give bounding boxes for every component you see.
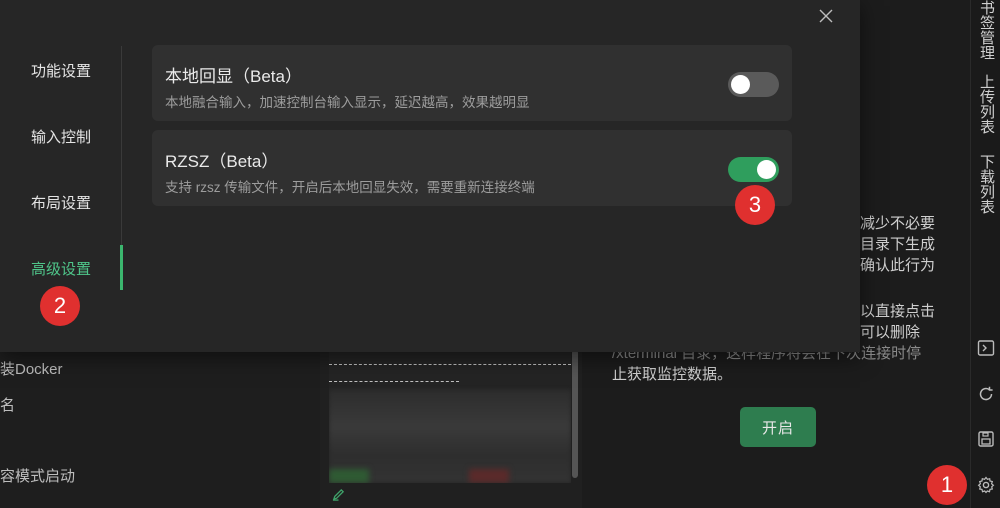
terminal-preview <box>329 350 571 483</box>
setting-card-rzsz: RZSZ（Beta） 支持 rzsz 传输文件，开启后本地回显失效，需要重新连接… <box>152 130 792 206</box>
blurred-content <box>329 469 369 483</box>
right-sidebar: 书签管理 上传列表 下载列表 <box>970 0 1000 508</box>
nav-feature-settings[interactable]: 功能设置 <box>31 60 91 81</box>
terminal-preview-area <box>320 350 582 508</box>
info-text: 目录下生成 <box>860 236 936 253</box>
toggle-knob <box>731 75 750 94</box>
callout-badge-2: 2 <box>40 286 80 326</box>
bg-list-item[interactable]: 装Docker <box>0 358 63 379</box>
terminal-scrollbar[interactable] <box>572 350 578 478</box>
refresh-icon[interactable] <box>977 385 995 403</box>
setting-description: 支持 rzsz 传输文件，开启后本地回显失效，需要重新连接终端 <box>165 180 535 195</box>
toggle-knob <box>757 160 776 179</box>
tab-upload-list[interactable]: 上传列表 <box>977 74 995 134</box>
tab-download-list[interactable]: 下载列表 <box>977 154 995 214</box>
terminal-icon[interactable] <box>977 339 995 357</box>
nav-layout-settings[interactable]: 布局设置 <box>31 192 91 213</box>
tab-bookmarks[interactable]: 书签管理 <box>977 0 995 60</box>
setting-title: RZSZ（Beta） <box>165 152 279 171</box>
callout-badge-3: 3 <box>735 185 775 225</box>
setting-card-local-echo: 本地回显（Beta） 本地融合输入，加速控制台输入显示，延迟越高，效果越明显 <box>152 45 792 121</box>
local-echo-toggle[interactable] <box>728 72 779 97</box>
info-text: 减少不必要 <box>860 215 936 232</box>
info-text: 止获取监控数据。 <box>612 366 733 383</box>
settings-modal: 功能设置 输入控制 布局设置 高级设置 本地回显（Beta） 本地融合输入，加速… <box>0 0 860 352</box>
nav-active-indicator <box>120 245 123 290</box>
background-left-panel: 装Docker 名 容模式启动 <box>0 350 320 508</box>
callout-badge-1: 1 <box>927 465 967 505</box>
dashed-divider <box>329 364 571 365</box>
bg-list-item[interactable]: 名 <box>0 394 15 415</box>
nav-input-control[interactable]: 输入控制 <box>31 126 91 147</box>
setting-description: 本地融合输入，加速控制台输入显示，延迟越高，效果越明显 <box>165 95 530 110</box>
close-icon[interactable] <box>815 5 837 27</box>
blurred-content <box>469 469 509 483</box>
bg-list-item[interactable]: 容模式启动 <box>0 465 75 486</box>
pen-icon[interactable] <box>332 488 345 504</box>
info-text: 可以删除 <box>860 324 921 341</box>
info-text: 确认此行为 <box>860 257 936 274</box>
dashed-divider <box>329 381 459 382</box>
settings-gear-icon[interactable] <box>977 476 995 494</box>
enable-button[interactable]: 开启 <box>740 407 816 447</box>
save-icon[interactable] <box>977 430 995 448</box>
setting-title: 本地回显（Beta） <box>165 67 302 86</box>
rzsz-toggle[interactable] <box>728 157 779 182</box>
nav-advanced-settings[interactable]: 高级设置 <box>31 258 91 279</box>
info-text: 以直接点击 <box>860 303 936 320</box>
